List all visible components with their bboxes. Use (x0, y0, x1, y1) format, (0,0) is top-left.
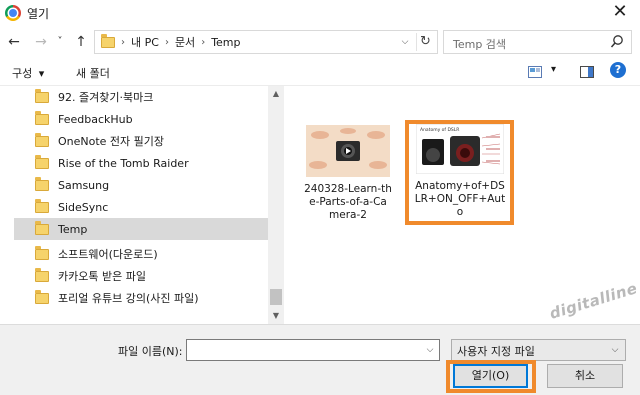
address-bar[interactable]: › 내 PC › 문서 › Temp ⌵ ↻ (94, 30, 438, 54)
sidebar-item-label: 소프트웨어(다운로드) (58, 248, 158, 261)
recent-locations-chevron-icon[interactable]: ˅ (53, 31, 67, 53)
dialog-footer: 파일 이름(N): ⌵ 사용자 지정 파일 ⌵ 열기(O) 취소 (0, 324, 640, 395)
help-icon[interactable]: ? (610, 62, 626, 78)
back-arrow-icon[interactable]: ← (4, 31, 24, 53)
file-name: LR+ON_OFF+Aut (414, 193, 506, 205)
folder-icon (35, 110, 49, 125)
sidebar-item-label: Samsung (58, 178, 110, 192)
file-name: Anatomy+of+DS (415, 180, 505, 192)
thumbnail-title: Anatomy of DSLR (420, 127, 459, 133)
file-list-pane: 240328-Learn-th e-Parts-of-a-Ca mera-2 A… (285, 86, 640, 324)
file-name-label: 파일 이름(N): (118, 345, 183, 358)
sidebar-item-sidesync[interactable]: SideSync (14, 196, 269, 218)
sidebar-item-label: 92. 즐겨찾기·북마크 (58, 91, 154, 104)
file-type-value: 사용자 지정 파일 (457, 345, 535, 358)
sidebar-item-favorites[interactable]: 92. 즐겨찾기·북마크 (14, 86, 269, 108)
window-title: 열기 (27, 7, 50, 21)
breadcrumb-temp[interactable]: Temp (211, 36, 240, 49)
folder-icon (35, 88, 49, 103)
file-name-dropdown-icon[interactable]: ⌵ (423, 342, 437, 358)
refresh-icon[interactable]: ↻ (416, 33, 434, 51)
organize-button[interactable]: 구성 ▾ (12, 65, 44, 81)
sidebar-item-label: Rise of the Tomb Raider (58, 156, 189, 170)
sidebar-item-onenote[interactable]: OneNote 전자 필기장 (14, 130, 269, 152)
file-name: 240328-Learn-th (304, 183, 392, 195)
folder-icon (35, 154, 49, 169)
open-button[interactable]: 열기(O) (453, 364, 528, 388)
sidebar-item-label: FeedbackHub (58, 112, 133, 126)
file-name: e-Parts-of-a-Ca (309, 196, 387, 208)
breadcrumb-this-pc[interactable]: 내 PC (131, 34, 159, 50)
file-type-select[interactable]: 사용자 지정 파일 ⌵ (451, 339, 626, 361)
folder-icon (35, 289, 49, 304)
chrome-app-icon (5, 5, 21, 21)
search-box[interactable]: Temp 검색 (443, 30, 632, 54)
file-item[interactable]: 240328-Learn-th e-Parts-of-a-Ca mera-2 (302, 125, 394, 222)
sidebar-item-label: SideSync (58, 200, 109, 214)
file-name-input[interactable]: ⌵ (186, 339, 440, 361)
navigation-bar: ← → ˅ ↑ › 내 PC › 문서 › Temp ⌵ ↻ Temp 검색 (0, 27, 640, 57)
close-icon[interactable]: ✕ (610, 2, 630, 22)
chevron-down-icon: ▾ (38, 67, 45, 80)
command-toolbar: 구성 ▾ 새 폴더 ▾ ? (0, 57, 640, 86)
view-mode-icon[interactable] (528, 66, 542, 78)
sidebar-item-kakaotalk[interactable]: 카카오톡 받은 파일 (14, 265, 269, 287)
sidebar-item-label: OneNote 전자 필기장 (58, 135, 165, 148)
sidebar-item-label: 포리얼 유튜브 강의(사진 파일) (58, 292, 199, 305)
sidebar-item-temp[interactable]: Temp (14, 218, 269, 240)
breadcrumb-separator: › (201, 36, 206, 48)
pane-rail (0, 86, 14, 324)
search-placeholder: Temp 검색 (453, 38, 507, 51)
sidebar-item-feedbackhub[interactable]: FeedbackHub (14, 108, 269, 130)
new-folder-button[interactable]: 새 폴더 (76, 65, 110, 81)
sidebar-scrollbar[interactable]: ▲ ▼ (268, 86, 284, 324)
scrollbar-thumb[interactable] (270, 289, 282, 305)
sidebar-item-samsung[interactable]: Samsung (14, 174, 269, 196)
breadcrumb-separator: › (121, 36, 125, 48)
folder-icon (35, 267, 49, 282)
folder-icon (35, 245, 49, 260)
sidebar-item-software[interactable]: 소프트웨어(다운로드) (14, 243, 269, 265)
sidebar-item-label: Temp (58, 222, 88, 236)
cancel-button[interactable]: 취소 (547, 364, 623, 388)
folder-icon (35, 176, 49, 191)
breadcrumb-separator: › (164, 36, 169, 48)
title-bar: 열기 ✕ (0, 0, 640, 26)
folder-icon (101, 33, 115, 48)
forward-arrow-icon[interactable]: → (31, 31, 51, 53)
scroll-down-icon[interactable]: ▼ (268, 308, 284, 324)
view-options-chevron-icon[interactable]: ▾ (551, 64, 556, 75)
file-name: mera-2 (329, 209, 367, 221)
sidebar-item-label: 카카오톡 받은 파일 (58, 270, 146, 283)
dslr-anatomy-thumbnail: Anatomy of DSLR (416, 124, 504, 174)
address-dropdown-icon[interactable]: ⌵ (397, 33, 413, 51)
file-name: o (456, 206, 464, 218)
preview-pane-icon[interactable] (580, 66, 594, 78)
folder-icon (35, 198, 49, 213)
sidebar-item-tomb-raider[interactable]: Rise of the Tomb Raider (14, 152, 269, 174)
navigation-pane: 92. 즐겨찾기·북마크 FeedbackHub OneNote 전자 필기장 … (0, 86, 284, 324)
folder-icon (35, 132, 49, 147)
camera-diagram-thumbnail (306, 125, 390, 177)
organize-label: 구성 (12, 67, 33, 80)
chevron-down-icon: ⌵ (611, 345, 619, 355)
search-icon[interactable] (610, 34, 624, 50)
breadcrumb-documents[interactable]: 문서 (175, 34, 195, 50)
folder-icon (35, 220, 49, 235)
up-arrow-icon[interactable]: ↑ (71, 31, 91, 53)
sidebar-item-youtube-lecture[interactable]: 포리얼 유튜브 강의(사진 파일) (14, 287, 269, 309)
file-item[interactable]: Anatomy of DSLR Anatomy+of+DS LR+ON_OFF+… (413, 124, 507, 219)
scroll-up-icon[interactable]: ▲ (268, 86, 284, 102)
